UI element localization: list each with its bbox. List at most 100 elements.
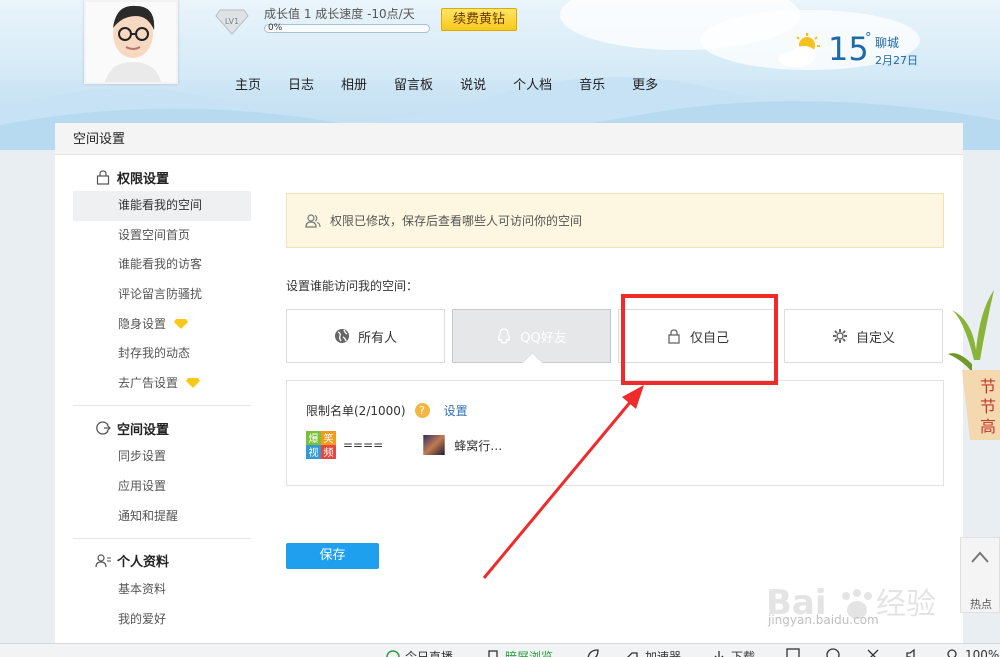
sidebar-item-stealth[interactable]: 隐身设置 bbox=[73, 309, 251, 339]
sidebar-group-space: 空间设置 同步设置 应用设置 通知和提醒 bbox=[73, 414, 251, 539]
sidebar-item-anti-harass[interactable]: 评论留言防骚扰 bbox=[73, 280, 251, 310]
restricted-member[interactable]: 蜂窝行… bbox=[421, 435, 502, 455]
scissors-icon bbox=[867, 649, 879, 657]
chevron-up-icon bbox=[971, 551, 989, 563]
restrict-list: 限制名单(2/1000) ? 设置 爆 笑 视 频 ==== 蜂窝行… bbox=[286, 380, 944, 486]
nav-shuoshuo[interactable]: 说说 bbox=[460, 74, 486, 93]
status-scissors[interactable] bbox=[866, 648, 885, 657]
decorative-plant: 节 节 高 bbox=[948, 290, 1000, 440]
sidebar-group-profile: 个人资料 基本资料 我的爱好 bbox=[73, 547, 251, 641]
status-download[interactable]: 下载 bbox=[712, 648, 755, 657]
gear-icon bbox=[832, 329, 847, 343]
browser-icon bbox=[826, 648, 840, 657]
play-icon bbox=[386, 649, 400, 657]
nav-blog[interactable]: 日志 bbox=[288, 74, 314, 93]
status-grid[interactable] bbox=[786, 648, 805, 657]
status-ie[interactable] bbox=[826, 648, 845, 657]
svg-text:LV1: LV1 bbox=[225, 17, 239, 26]
help-icon[interactable]: ? bbox=[414, 403, 430, 418]
watermark-url: jingyan.baidu.com bbox=[768, 613, 879, 627]
sidebar-heading-profile: 个人资料 bbox=[73, 547, 251, 575]
rocket-icon bbox=[626, 651, 638, 657]
hot-topics-button[interactable]: 热点 bbox=[960, 537, 1000, 613]
option-everyone[interactable]: 所有人 bbox=[286, 309, 445, 363]
lock-icon bbox=[96, 170, 110, 185]
restrict-list-header: 限制名单(2/1000) ? 设置 bbox=[306, 402, 924, 419]
sidebar-item-hobbies[interactable]: 我的爱好 bbox=[73, 605, 251, 635]
space-settings-icon bbox=[96, 421, 111, 435]
settings-sidebar: 权限设置 谁能看我的空间 设置空间首页 谁能看我的访客 评论留言防骚扰 隐身设置… bbox=[73, 163, 251, 649]
users-icon bbox=[305, 213, 321, 228]
growth-progress-label: 0% bbox=[268, 23, 283, 33]
nav-guestbook[interactable]: 留言板 bbox=[394, 74, 433, 93]
panel-title: 空间设置 bbox=[55, 123, 963, 155]
save-button[interactable]: 保存 bbox=[286, 543, 379, 569]
member-name: ==== bbox=[343, 438, 384, 452]
status-zoom[interactable]: 100% bbox=[946, 648, 999, 657]
svg-text:频: 频 bbox=[324, 446, 334, 459]
growth-progress-bar bbox=[264, 24, 430, 33]
sidebar-item-apps[interactable]: 应用设置 bbox=[73, 472, 251, 502]
growth-info: 成长值 1 成长速度 -10点/天 bbox=[264, 7, 415, 21]
sidebar-item-sync[interactable]: 同步设置 bbox=[73, 442, 251, 472]
weather-widget[interactable]: 15 ° 聊城 2月27日 bbox=[776, 30, 926, 73]
user-avatar[interactable] bbox=[84, 0, 178, 84]
option-qq-friends[interactable]: QQ好友 bbox=[452, 309, 611, 363]
sidebar-item-basic-info[interactable]: 基本资料 bbox=[73, 575, 251, 605]
sidebar-item-notifications[interactable]: 通知和提醒 bbox=[73, 501, 251, 531]
level-badge[interactable]: LV1 bbox=[214, 6, 250, 36]
sidebar-item-no-ads[interactable]: 去广告设置 bbox=[73, 369, 251, 399]
nav-profile[interactable]: 个人档 bbox=[513, 74, 552, 93]
renew-vip-button[interactable]: 续费黄钻 bbox=[441, 8, 517, 31]
nav-more[interactable]: 更多 bbox=[632, 74, 658, 93]
nav-music[interactable]: 音乐 bbox=[579, 74, 605, 93]
qq-penguin-icon bbox=[498, 328, 511, 344]
notice-text: 权限已修改，保存后查看哪些人可访问你的空间 bbox=[330, 214, 583, 228]
access-options: 所有人 QQ好友 仅自己 自定义 bbox=[286, 309, 944, 363]
restrict-members: 爆 笑 视 频 ==== 蜂窝行… bbox=[306, 431, 924, 459]
download-icon bbox=[714, 650, 724, 657]
status-dark-mode[interactable]: 暗屏浏览 bbox=[486, 648, 553, 657]
diamond-icon bbox=[186, 378, 201, 389]
sidebar-heading-space: 空间设置 bbox=[73, 414, 251, 442]
sidebar-item-homepage[interactable]: 设置空间首页 bbox=[73, 221, 251, 251]
access-question: 设置谁能访问我的空间： bbox=[286, 279, 419, 293]
sun-cloud-icon bbox=[778, 33, 820, 67]
grid-icon bbox=[786, 648, 800, 657]
restrict-list-title: 限制名单(2/1000) bbox=[306, 404, 406, 418]
svg-text:高: 高 bbox=[980, 417, 996, 436]
svg-text:经验: 经验 bbox=[876, 587, 936, 622]
option-custom[interactable]: 自定义 bbox=[784, 309, 943, 363]
status-leaf[interactable] bbox=[586, 648, 605, 657]
status-volume[interactable] bbox=[906, 648, 925, 657]
sidebar-item-who-can-view[interactable]: 谁能看我的空间 bbox=[73, 191, 251, 221]
restricted-member[interactable]: 爆 笑 视 频 ==== bbox=[306, 431, 383, 459]
svg-text:爆: 爆 bbox=[309, 433, 319, 445]
globe-icon bbox=[334, 329, 349, 343]
sidebar-item-archive-feed[interactable]: 封存我的动态 bbox=[73, 339, 251, 369]
sidebar-heading-permissions: 权限设置 bbox=[73, 163, 251, 191]
weather-date: 2月27日 bbox=[875, 54, 918, 67]
restrict-list-settings-link[interactable]: 设置 bbox=[444, 402, 468, 419]
phone-icon bbox=[488, 649, 498, 657]
status-accelerator[interactable]: 加速器 bbox=[626, 648, 681, 657]
permission-content: 权限已修改，保存后查看哪些人可访问你的空间 设置谁能访问我的空间： 所有人 QQ… bbox=[286, 193, 944, 569]
sidebar-group-permissions: 权限设置 谁能看我的空间 设置空间首页 谁能看我的访客 评论留言防骚扰 隐身设置… bbox=[73, 163, 251, 407]
member-avatar: 爆 笑 视 频 bbox=[306, 431, 336, 459]
weather-temperature: 15 bbox=[828, 30, 869, 68]
weather-degree: ° bbox=[865, 31, 872, 46]
svg-text:视: 视 bbox=[309, 446, 319, 459]
browser-status-bar: 今日直播 暗屏浏览 加速器 下载 100% bbox=[0, 643, 1000, 657]
annotation-highlight-box bbox=[621, 294, 778, 385]
sidebar-item-visitors[interactable]: 谁能看我的访客 bbox=[73, 250, 251, 280]
svg-text:节: 节 bbox=[980, 377, 996, 396]
member-name: 蜂窝行… bbox=[454, 438, 503, 453]
magnifier-icon bbox=[947, 649, 957, 657]
nav-album[interactable]: 相册 bbox=[341, 74, 367, 93]
svg-text:节: 节 bbox=[980, 397, 996, 416]
volume-icon bbox=[906, 648, 915, 657]
status-live[interactable]: 今日直播 bbox=[386, 648, 453, 657]
space-nav: 主页 日志 相册 留言板 说说 个人档 音乐 更多 bbox=[235, 74, 685, 93]
nav-home[interactable]: 主页 bbox=[235, 74, 261, 93]
leaf-icon bbox=[587, 649, 599, 657]
